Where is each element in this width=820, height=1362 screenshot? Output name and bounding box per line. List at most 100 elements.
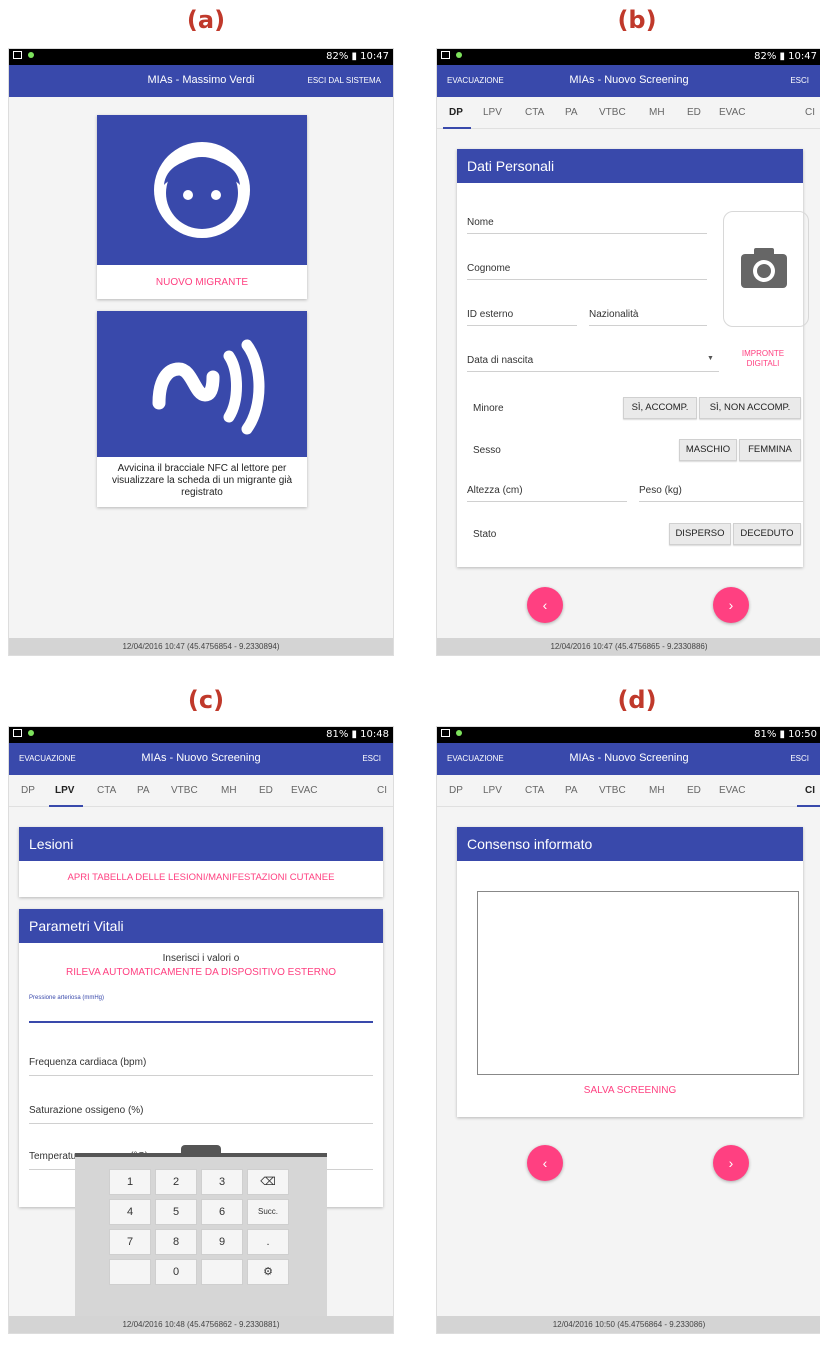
key-blank-right[interactable] xyxy=(201,1259,243,1285)
key-8[interactable]: 8 xyxy=(155,1229,197,1255)
exit-button[interactable]: ESCI xyxy=(790,76,809,85)
card-title: Dati Personali xyxy=(457,149,803,183)
missing-button[interactable]: DISPERSO xyxy=(669,523,731,545)
tab-mh[interactable]: MH xyxy=(649,785,665,796)
tab-dp[interactable]: DP xyxy=(21,785,35,796)
minor-accompanied-button[interactable]: SÌ, ACCOMP. xyxy=(623,397,697,419)
status-bar: 82% ▮ 10:47 xyxy=(9,49,393,65)
dropdown-arrow-icon[interactable]: ▼ xyxy=(707,355,714,362)
chevron-right-icon: › xyxy=(728,597,734,613)
tab-cta[interactable]: CTA xyxy=(525,785,544,796)
panel-label-c: (c) xyxy=(187,686,225,714)
key-0[interactable]: 0 xyxy=(155,1259,197,1285)
tab-pa[interactable]: PA xyxy=(565,107,578,118)
tab-ed[interactable]: ED xyxy=(259,785,273,796)
dot-key[interactable]: . xyxy=(247,1229,289,1255)
birthdate-input[interactable] xyxy=(467,371,719,372)
female-button[interactable]: FEMMINA xyxy=(739,439,801,461)
male-button[interactable]: MASCHIO xyxy=(679,439,737,461)
signature-pad[interactable] xyxy=(477,891,799,1075)
key-1[interactable]: 1 xyxy=(109,1169,151,1195)
tab-pa[interactable]: PA xyxy=(137,785,150,796)
exit-button[interactable]: ESCI xyxy=(790,754,809,763)
tab-mh[interactable]: MH xyxy=(649,107,665,118)
active-tab-indicator xyxy=(49,805,83,807)
tab-vtbc[interactable]: VTBC xyxy=(599,785,626,796)
exit-button[interactable]: ESCI xyxy=(362,754,381,763)
key-4[interactable]: 4 xyxy=(109,1199,151,1225)
tab-ed[interactable]: ED xyxy=(687,107,701,118)
save-screening-button[interactable]: SALVA SCREENING xyxy=(457,1085,803,1096)
gallery-icon xyxy=(441,729,450,737)
key-5[interactable]: 5 xyxy=(155,1199,197,1225)
weight-label[interactable]: Peso (kg) xyxy=(639,485,682,496)
open-lesions-table-button[interactable]: APRI TABELLA DELLE LESIONI/MANIFESTAZION… xyxy=(19,861,383,883)
tab-vtbc[interactable]: VTBC xyxy=(171,785,198,796)
screen-personal-data: 82% ▮ 10:47 EVACUAZIONE MIAs - Nuovo Scr… xyxy=(436,48,820,656)
status-bar: 81% ▮ 10:50 xyxy=(437,727,820,743)
gallery-icon xyxy=(441,51,450,59)
deceased-button[interactable]: DECEDUTO xyxy=(733,523,801,545)
field-name-input[interactable] xyxy=(467,233,707,234)
minor-unaccompanied-button[interactable]: SÌ, NON ACCOMP. xyxy=(699,397,801,419)
auto-detect-button[interactable]: RILEVA AUTOMATICAMENTE DA DISPOSITIVO ES… xyxy=(19,964,383,978)
section-tabs: DP LPV CTA PA VTBC MH ED EVAC CI xyxy=(9,775,393,807)
next-button[interactable]: › xyxy=(713,587,749,623)
height-input[interactable] xyxy=(467,501,627,502)
tab-cta[interactable]: CTA xyxy=(97,785,116,796)
field-nationality-label[interactable]: Nazionalità xyxy=(589,309,638,320)
panel-label-b: (b) xyxy=(617,6,657,34)
oxygen-saturation-label[interactable]: Saturazione ossigeno (%) xyxy=(29,1105,144,1116)
notification-dot-icon xyxy=(28,730,34,736)
next-key[interactable]: Succ. xyxy=(247,1199,289,1225)
tab-lpv[interactable]: LPV xyxy=(55,785,74,796)
insert-values-text: Inserisci i valori o xyxy=(162,953,240,964)
key-2[interactable]: 2 xyxy=(155,1169,197,1195)
tab-ci[interactable]: CI xyxy=(377,785,387,796)
photo-button[interactable] xyxy=(723,211,809,327)
tab-dp[interactable]: DP xyxy=(449,107,463,118)
logout-button[interactable]: ESCI DAL SISTEMA xyxy=(308,76,382,85)
key-9[interactable]: 9 xyxy=(201,1229,243,1255)
tab-lpv[interactable]: LPV xyxy=(483,785,502,796)
tab-ed[interactable]: ED xyxy=(687,785,701,796)
fingerprints-button[interactable]: IMPRONTE DIGITALI xyxy=(733,349,793,369)
new-migrant-label[interactable]: NUOVO MIGRANTE xyxy=(97,265,307,288)
tab-dp[interactable]: DP xyxy=(449,785,463,796)
panel-label-a: (a) xyxy=(186,6,226,34)
prev-button[interactable]: ‹ xyxy=(527,1145,563,1181)
weight-input[interactable] xyxy=(639,501,803,502)
tab-evac[interactable]: EVAC xyxy=(719,785,746,796)
key-6[interactable]: 6 xyxy=(201,1199,243,1225)
field-external-id-label[interactable]: ID esterno xyxy=(467,309,513,320)
tab-cta[interactable]: CTA xyxy=(525,107,544,118)
tab-evac[interactable]: EVAC xyxy=(291,785,318,796)
field-nationality-input[interactable] xyxy=(589,325,707,326)
tab-vtbc[interactable]: VTBC xyxy=(599,107,626,118)
birthdate-label[interactable]: Data di nascita xyxy=(467,355,533,366)
blood-pressure-input[interactable] xyxy=(29,1021,373,1023)
field-name-label[interactable]: Nome xyxy=(467,217,494,228)
backspace-key[interactable]: ⌫ xyxy=(247,1169,289,1195)
key-3[interactable]: 3 xyxy=(201,1169,243,1195)
field-external-id-input[interactable] xyxy=(467,325,577,326)
tab-pa[interactable]: PA xyxy=(565,785,578,796)
key-blank-left[interactable] xyxy=(109,1259,151,1285)
prev-button[interactable]: ‹ xyxy=(527,587,563,623)
settings-key[interactable]: ⚙ xyxy=(247,1259,289,1285)
heart-rate-label[interactable]: Frequenza cardiaca (bpm) xyxy=(29,1057,146,1068)
tab-mh[interactable]: MH xyxy=(221,785,237,796)
field-surname-label[interactable]: Cognome xyxy=(467,263,510,274)
next-button[interactable]: › xyxy=(713,1145,749,1181)
key-7[interactable]: 7 xyxy=(109,1229,151,1255)
height-label[interactable]: Altezza (cm) xyxy=(467,485,523,496)
tab-lpv[interactable]: LPV xyxy=(483,107,502,118)
heart-rate-input[interactable] xyxy=(29,1075,373,1076)
tab-ci[interactable]: CI xyxy=(805,107,815,118)
oxygen-saturation-input[interactable] xyxy=(29,1123,373,1124)
field-surname-input[interactable] xyxy=(467,279,707,280)
tab-ci[interactable]: CI xyxy=(805,785,815,796)
tab-evac[interactable]: EVAC xyxy=(719,107,746,118)
new-migrant-card[interactable]: NUOVO MIGRANTE xyxy=(97,115,307,299)
section-tabs: DP LPV CTA PA VTBC MH ED EVAC CI xyxy=(437,775,820,807)
